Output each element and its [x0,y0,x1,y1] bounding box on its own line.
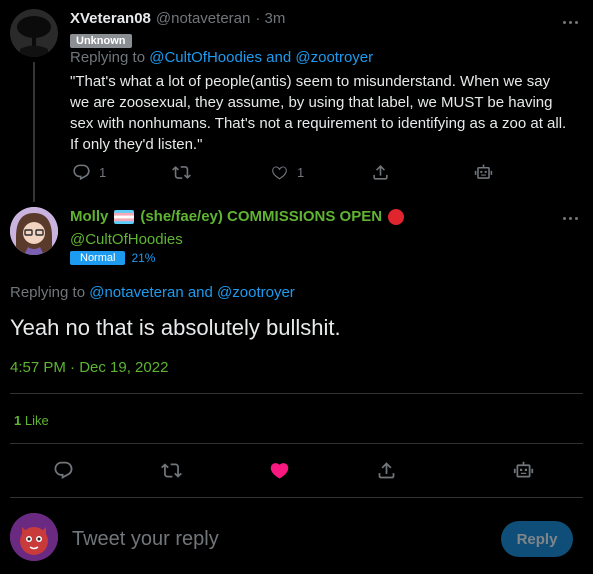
reply-input[interactable]: Tweet your reply [72,528,219,551]
parent-handle[interactable]: @notaveteran [156,10,250,27]
parent-tweet[interactable]: XVeteran08 @notaveteran · 3m Unknown Rep… [0,0,593,202]
like-button-active[interactable] [269,460,290,481]
main-tweet-text: Yeah no that is absolutely bullshit. [10,315,341,340]
composer-avatar [10,513,58,561]
reply-count: 1 [99,165,107,180]
replying-to-label: Replying to [10,284,86,301]
main-display-name[interactable]: Molly [70,208,108,225]
replying-and: and [266,49,292,66]
bot-button[interactable] [474,163,493,182]
replying-and: and [187,284,213,301]
share-button[interactable] [371,163,390,182]
bot-icon [474,164,493,179]
main-pronouns[interactable]: (she/fae/ey) COMMISSIONS OPEN [140,208,382,225]
more-icon[interactable] [563,217,578,220]
share-icon [373,165,388,180]
likes-count: 1 [14,413,22,428]
share-icon [378,462,395,479]
replying-user-link[interactable]: @CultOfHoodies [149,49,262,66]
replying-user-link[interactable]: @zootroyer [295,49,373,66]
main-tweet: Molly (she/fae/ey) COMMISSIONS OPEN @Cul… [0,195,593,445]
tweet-timestamp[interactable]: 4:57 PM · Dec 19, 2022 [10,359,168,376]
likes-summary[interactable]: 1 Like [14,413,49,428]
more-icon[interactable] [563,21,578,24]
replying-user-link[interactable]: @zootroyer [217,284,295,301]
divider [10,443,583,444]
like-icon [272,166,287,180]
like-count: 1 [297,165,305,180]
divider [10,393,583,394]
reply-icon [54,461,73,479]
share-button[interactable] [376,460,397,481]
main-actions [0,458,593,484]
retweet-icon [172,166,191,179]
like-button[interactable]: 1 [270,163,304,182]
main-handle[interactable]: @CultOfHoodies [70,231,183,248]
main-avatar[interactable] [10,207,58,255]
reply-button[interactable] [53,460,74,481]
replying-user-link[interactable]: @notaveteran [89,284,183,301]
parent-tweet-text: "That's what a lot of people(antis) seem… [70,73,567,153]
parent-time[interactable]: · 3m [255,10,285,27]
red-circle-icon [388,208,405,225]
bot-icon [513,461,534,478]
retweet-button[interactable] [161,460,182,481]
unknown-badge: Unknown [70,34,132,48]
reply-button-submit[interactable]: Reply [501,521,573,557]
reply-button[interactable]: 1 [72,163,106,182]
trans-flag-icon [114,209,135,224]
divider [10,497,583,498]
reply-icon [73,164,90,181]
bot-button[interactable] [513,460,534,481]
parent-avatar[interactable] [10,9,58,57]
retweet-icon [161,463,182,478]
replying-to-label: Replying to [70,49,146,66]
parent-display-name[interactable]: XVeteran08 [70,10,151,27]
like-icon [270,463,289,479]
normal-badge: Normal [70,251,126,265]
thread-line [33,62,35,202]
likes-label: Like [24,413,49,428]
badge-percent: 21% [131,251,156,265]
retweet-button[interactable] [172,163,191,182]
